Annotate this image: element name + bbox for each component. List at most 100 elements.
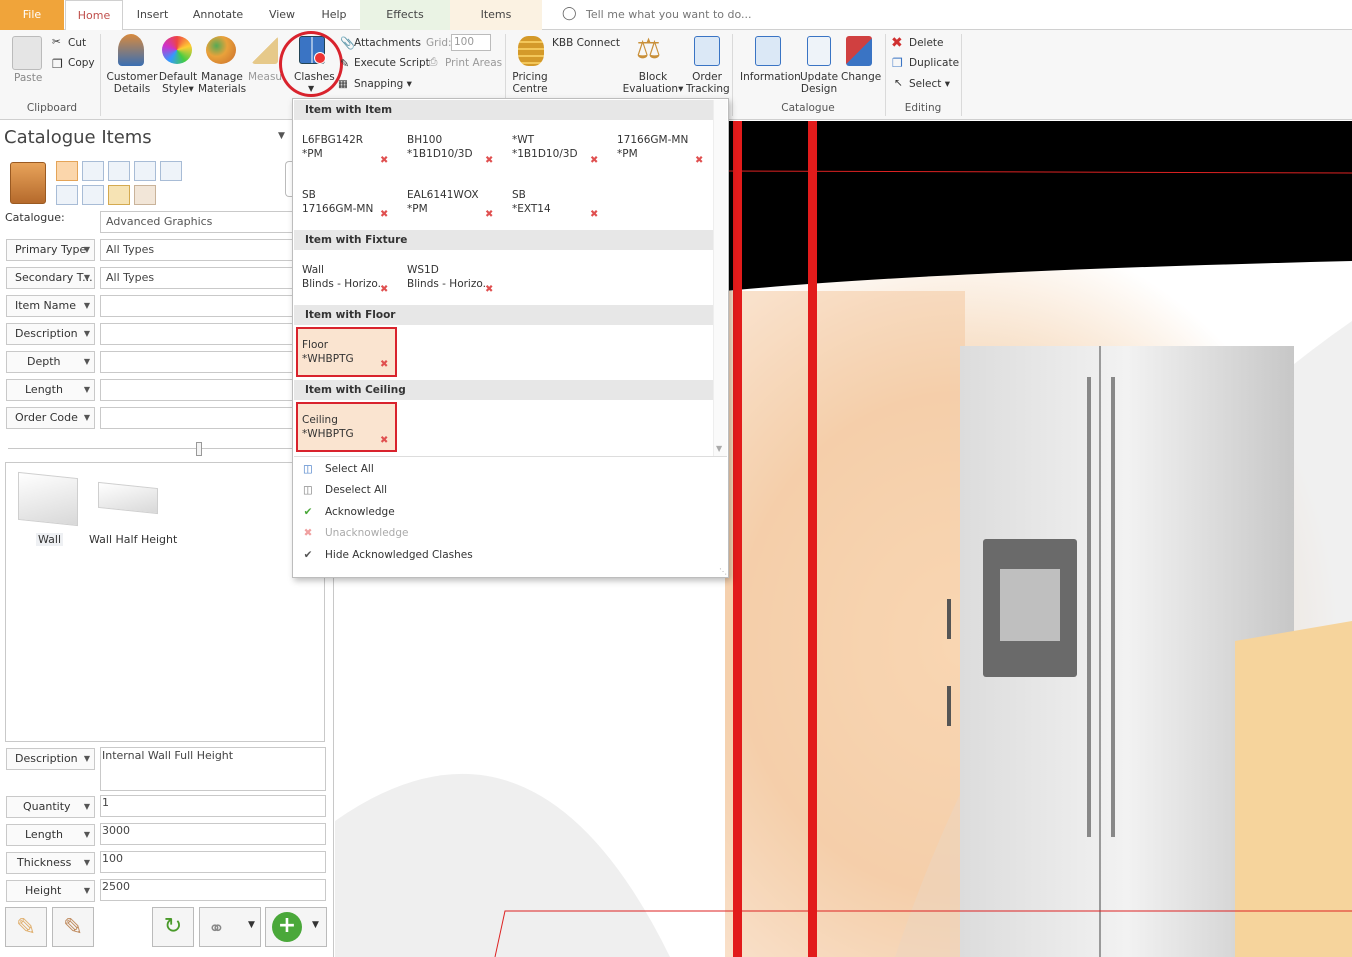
tab-home[interactable]: Home [65, 0, 123, 31]
tab-view[interactable]: View [258, 0, 306, 30]
cut-icon[interactable]: ✂ [52, 36, 61, 48]
paste-button[interactable]: Paste [14, 72, 42, 84]
update-design-icon[interactable] [807, 36, 831, 66]
menu-hide-acknowledged[interactable]: ✔ Hide Acknowledged Clashes [301, 545, 473, 565]
menu-acknowledge[interactable]: ✔ Acknowledge [301, 502, 395, 522]
primary-type-button[interactable]: Primary Type ▼ [6, 239, 95, 261]
clash-x-icon[interactable]: ✖ [485, 209, 493, 220]
clash-x-icon[interactable]: ✖ [485, 155, 493, 166]
cut-button[interactable]: Cut [68, 37, 86, 49]
list-item[interactable]: Wall Half Height [89, 533, 177, 546]
copy-button[interactable]: Copy [68, 57, 95, 69]
information-icon[interactable] [755, 36, 781, 66]
tab-file[interactable]: File [0, 0, 64, 30]
height-button[interactable]: Height ▼ [6, 880, 95, 902]
thickness-field[interactable]: 100 [100, 851, 326, 873]
print-areas-button[interactable]: Print Areas [445, 57, 502, 69]
clash-entry[interactable]: Floor *WHBPTG [302, 338, 354, 366]
corner-unit-icon[interactable] [56, 161, 78, 181]
clash-x-icon[interactable]: ✖ [380, 284, 388, 295]
select-button[interactable]: Select ▾ [909, 78, 950, 90]
coins-icon[interactable] [518, 36, 544, 66]
tab-help[interactable]: Help [310, 0, 358, 30]
description-filter-button[interactable]: Description ▼ [6, 323, 95, 345]
clash-entry[interactable]: Wall Blinds - Horizo... [302, 263, 388, 291]
tell-me-box[interactable]: Tell me what you want to do... [586, 0, 756, 30]
menu-unacknowledge[interactable]: ✖ Unacknowledge [301, 523, 409, 543]
length-prop-button[interactable]: Length ▼ [6, 824, 95, 846]
quantity-button[interactable]: Quantity ▼ [6, 796, 95, 818]
door-unit-icon[interactable] [10, 162, 46, 204]
clash-entry[interactable]: SB *EXT14 [512, 188, 551, 216]
wall-thumbnail[interactable] [18, 471, 78, 527]
clash-entry[interactable]: *WT *1B1D10/3D [512, 133, 578, 161]
menu-deselect-all[interactable]: ◫ Deselect All [301, 480, 387, 500]
materials-palette-icon[interactable] [206, 36, 236, 64]
clash-x-icon[interactable]: ✖ [590, 209, 598, 220]
scrollbar[interactable]: ▼ [713, 100, 727, 456]
paste-icon[interactable] [12, 36, 42, 70]
clash-entry[interactable]: EAL6141WOX *PM [407, 188, 479, 216]
catalogue-item-list[interactable]: Wall Wall Half Height [5, 462, 325, 742]
chevron-down-icon[interactable]: ▼ [278, 131, 285, 141]
l-shape-icon[interactable] [82, 161, 104, 181]
clash-entry[interactable]: SB 17166GM-MN [302, 188, 373, 216]
clash-entry[interactable]: L6FBG142R *PM [302, 133, 363, 161]
order-tracking-button[interactable]: Order Tracking [686, 71, 730, 95]
order-tracking-icon[interactable] [694, 36, 720, 66]
resize-grip-icon[interactable]: ⋱ [719, 567, 727, 576]
clash-x-icon[interactable]: ✖ [695, 155, 703, 166]
height-field[interactable]: 2500 [100, 879, 326, 901]
tab-items[interactable]: Items [450, 0, 542, 30]
description-prop-field[interactable]: Internal Wall Full Height [100, 747, 326, 791]
layers-icon[interactable] [134, 185, 156, 205]
window-icon[interactable] [160, 161, 182, 181]
customer-icon[interactable] [118, 34, 144, 66]
update-design-button[interactable]: Update Design [800, 71, 838, 95]
grid-icon[interactable] [134, 161, 156, 181]
secondary-type-button[interactable]: Secondary T... ▼ [6, 267, 95, 289]
panel-icon[interactable] [82, 185, 104, 205]
description-prop-button[interactable]: Description ▼ [6, 748, 95, 770]
link-button[interactable]: ⚭ ▼ [199, 907, 261, 947]
clash-entry[interactable]: WS1D Blinds - Horizo... [407, 263, 493, 291]
change-button[interactable]: Change [841, 71, 881, 83]
grid-input[interactable]: 100 [451, 34, 491, 51]
edit-pencil-icon[interactable]: ✎ [52, 907, 94, 947]
tab-insert[interactable]: Insert [125, 0, 180, 30]
tab-effects[interactable]: Effects [360, 0, 450, 30]
measure-button[interactable]: Measu [248, 71, 282, 83]
kbb-connect-button[interactable]: KBB Connect [552, 37, 620, 49]
size-slider-track[interactable] [8, 448, 320, 449]
manage-materials-button[interactable]: Manage Materials [198, 71, 246, 95]
pencil-icon[interactable]: ✎ [5, 907, 47, 947]
clash-x-icon[interactable]: ✖ [380, 209, 388, 220]
chevron-down-icon[interactable]: ▼ [248, 920, 255, 930]
attachments-button[interactable]: Attachments [354, 37, 421, 49]
information-button[interactable]: Information [740, 71, 801, 83]
wall-half-thumbnail[interactable] [98, 481, 158, 515]
clash-entry[interactable]: 17166GM-MN *PM [617, 133, 688, 161]
pricing-centre-button[interactable]: Pricing Centre [510, 71, 550, 95]
add-button[interactable]: + ▼ [265, 907, 327, 947]
frame-icon[interactable] [108, 161, 130, 181]
style-palette-icon[interactable] [162, 36, 192, 64]
size-slider-thumb[interactable] [196, 442, 202, 456]
change-icon[interactable] [846, 36, 872, 66]
duplicate-icon[interactable]: ❐ [892, 56, 903, 70]
clash-x-icon[interactable]: ✖ [380, 359, 388, 370]
duplicate-button[interactable]: Duplicate [909, 57, 959, 69]
default-style-button[interactable]: Default Style▾ [156, 71, 200, 95]
speaker-icon[interactable] [108, 185, 130, 205]
refresh-icon[interactable]: ↻ [152, 907, 194, 947]
execute-script-button[interactable]: Execute Script [354, 57, 430, 69]
scales-icon[interactable]: ⚖ [636, 32, 661, 65]
length-filter-button[interactable]: Length ▼ [6, 379, 95, 401]
copy-icon[interactable]: ❐ [52, 57, 63, 71]
list-item[interactable]: Wall [36, 533, 64, 546]
menu-select-all[interactable]: ◫ Select All [301, 459, 374, 479]
clash-x-icon[interactable]: ✖ [380, 435, 388, 446]
item-name-button[interactable]: Item Name ▼ [6, 295, 95, 317]
clash-x-icon[interactable]: ✖ [590, 155, 598, 166]
tab-annotate[interactable]: Annotate [185, 0, 251, 30]
